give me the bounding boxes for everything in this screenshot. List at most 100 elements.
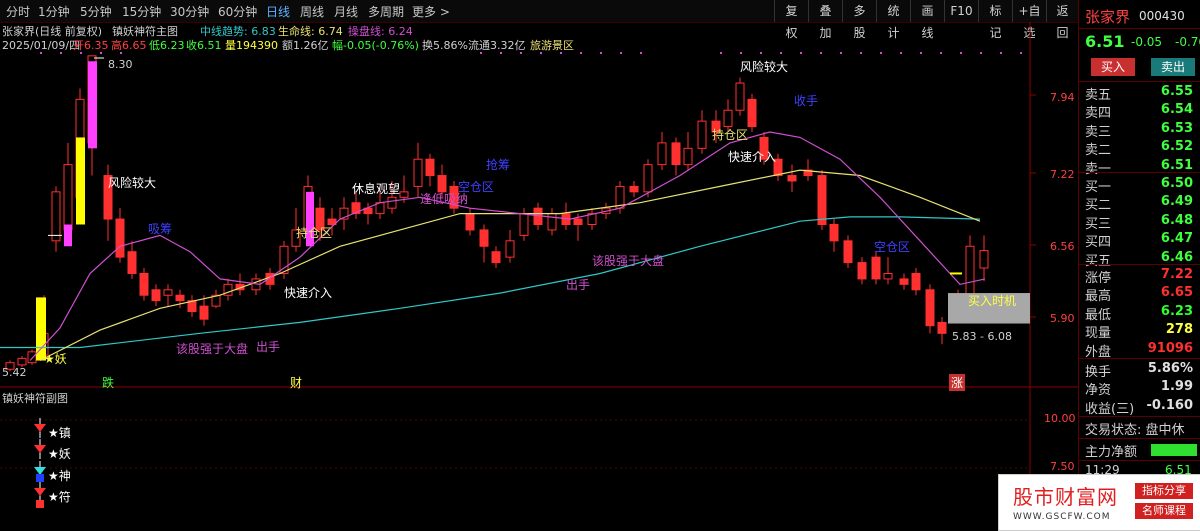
ask-row: 卖五 6.55 <box>1079 84 1200 103</box>
turnover-label: 换5.86% <box>422 39 468 52</box>
bottom-mark: 涨 <box>949 374 966 391</box>
top-dot <box>820 52 822 54</box>
top-dot <box>940 52 942 54</box>
tab-1min[interactable]: 1分钟 <box>38 3 70 20</box>
candle-body <box>723 109 733 128</box>
signal-label: 该股强于大盘 <box>592 254 665 268</box>
candle-body <box>643 164 653 193</box>
candle-body <box>657 142 667 166</box>
draw-button[interactable]: 画线 <box>910 0 944 40</box>
stat2-row: 净资 1.99 <box>1079 379 1200 399</box>
bottom-mark: 财 <box>290 376 303 390</box>
bid-row: 买二 6.49 <box>1079 194 1200 213</box>
bid-row: 买三 6.48 <box>1079 213 1200 232</box>
peak-label: 8.30 <box>108 58 133 71</box>
stat-value: 7.22 <box>1160 267 1193 282</box>
tab-weekly[interactable]: 周线 <box>300 3 324 20</box>
tab-multi[interactable]: 多周期 <box>368 3 404 20</box>
candle-body <box>843 240 853 264</box>
period-toolbar: 分时 1分钟 5分钟 15分钟 30分钟 60分钟 日线 周线 月线 多周期 更… <box>0 0 1078 40</box>
candle-body <box>399 191 409 198</box>
ask-label: 卖二 <box>1085 143 1112 159</box>
high-label: 高6.65 <box>111 39 147 52</box>
buy-button[interactable]: 买入 <box>1091 58 1135 76</box>
candle-body <box>51 191 61 242</box>
stat-row: 外盘 91096 <box>1079 341 1200 360</box>
ask-value: 6.54 <box>1160 102 1193 118</box>
top-dot <box>980 52 982 54</box>
quote-panel: 张家界 000430 6.51 -0.05 -0.76 买入 卖出 卖五 6.55… <box>1078 0 1200 529</box>
stat2-label: 净资 <box>1085 383 1112 399</box>
main-flow-label: 主力净额 <box>1085 445 1138 460</box>
top-dot <box>580 52 582 54</box>
fuquan-button[interactable]: 复权 <box>774 0 808 40</box>
candle-body <box>115 218 125 258</box>
top-dot <box>960 52 962 54</box>
bid-value: 6.47 <box>1160 231 1193 247</box>
stat-value: 6.23 <box>1160 303 1193 319</box>
tab-5min[interactable]: 5分钟 <box>80 3 112 20</box>
signal-label: 出手 <box>256 340 281 354</box>
top-dot <box>900 52 902 54</box>
signal-label: 吸筹 <box>148 222 173 236</box>
yellow-life-line <box>39 169 981 362</box>
stat2-row: 收益(三) -0.160 <box>1079 398 1200 417</box>
top-dot <box>720 52 722 54</box>
y-tick: 7.94 <box>1050 91 1075 104</box>
stat2-value: 5.86% <box>1147 361 1193 376</box>
tab-fenshi[interactable]: 分时 <box>6 3 30 20</box>
candle-body <box>491 251 501 264</box>
tab-daily[interactable]: 日线 <box>266 3 290 20</box>
stat-label: 外盘 <box>1085 344 1112 360</box>
bid-label: 买一 <box>1085 180 1112 195</box>
candle-body <box>979 250 989 269</box>
watermark-tag: 名师课程 <box>1135 503 1193 519</box>
back-button[interactable]: 返回 <box>1046 0 1078 40</box>
signal-label: 快速介入 <box>284 286 333 300</box>
sub-chart-title[interactable]: 镇妖神符副图 <box>2 390 68 406</box>
candle-body <box>63 164 73 231</box>
kline-chart[interactable]: 张家界(日线 前复权) 镇妖神符主图 中线趋势: 6.83 生命线: 6.74 … <box>0 22 1078 529</box>
sub-icon-arrow <box>34 424 46 432</box>
top-dot <box>1000 52 1002 54</box>
candle-body <box>27 351 37 364</box>
f10-button[interactable]: F10 <box>944 0 978 22</box>
tab-monthly[interactable]: 月线 <box>334 3 358 20</box>
signal-label: 抢筹 <box>486 158 511 172</box>
watermark-tag: 指标分享 <box>1135 483 1193 499</box>
candle-body <box>911 272 921 291</box>
top-dot <box>640 52 642 54</box>
bid-value: 6.46 <box>1160 249 1193 265</box>
bid-value: 6.50 <box>1160 176 1193 191</box>
top-dot <box>840 52 842 54</box>
stat-row: 最低 6.23 <box>1079 303 1200 323</box>
sub-star: ★神 <box>48 469 71 483</box>
top-dot <box>800 52 802 54</box>
stock-code: 000430 <box>1139 9 1185 23</box>
candle-body <box>505 240 515 258</box>
tab-30min[interactable]: 30分钟 <box>170 3 209 20</box>
stat-label: 最高 <box>1085 289 1112 305</box>
tab-60min[interactable]: 60分钟 <box>218 3 257 20</box>
overlay-button[interactable]: 叠加 <box>808 0 842 40</box>
sell-button[interactable]: 卖出 <box>1151 58 1195 76</box>
ask-label: 卖五 <box>1085 88 1112 103</box>
candle-body <box>163 289 173 296</box>
stats-button[interactable]: 统计 <box>876 0 910 40</box>
trade-state: 交易状态: 盘中休 <box>1085 423 1185 438</box>
multi-stock-button[interactable]: 多股 <box>842 0 876 40</box>
candle-body <box>857 262 867 280</box>
candle-body <box>925 289 935 327</box>
tab-more[interactable]: 更多 > <box>412 3 450 20</box>
candle-body <box>175 294 185 302</box>
signal-label: 休息观望 <box>352 182 401 196</box>
bid-row: 买一 6.50 <box>1079 176 1200 195</box>
ask-value: 6.52 <box>1160 139 1193 155</box>
add-favorite-button[interactable]: +自选 <box>1012 0 1046 40</box>
mark-button[interactable]: 标记 <box>978 0 1012 40</box>
sub-star: ★镇 <box>48 426 71 440</box>
sector-label[interactable]: 旅游景区 <box>530 37 574 53</box>
tab-15min[interactable]: 15分钟 <box>122 3 161 20</box>
ask-label: 卖四 <box>1085 106 1112 122</box>
candle-body <box>629 185 639 193</box>
